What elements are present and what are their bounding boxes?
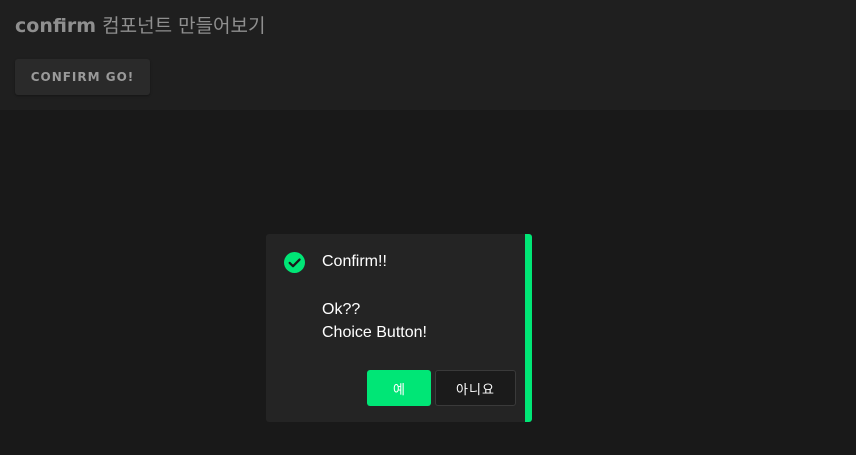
confirm-go-button[interactable]: CONFIRM GO! bbox=[15, 59, 150, 95]
dialog-title: Confirm!! bbox=[322, 253, 387, 270]
dialog-message-line: Ok?? bbox=[322, 301, 361, 318]
page: confirm 컴포넌트 만들어보기 CONFIRM GO! Confirm!!… bbox=[0, 0, 856, 455]
dialog-message-line: Choice Button! bbox=[322, 324, 427, 341]
page-title-rest: 컴포넌트 만들어보기 bbox=[96, 15, 266, 37]
header-panel: confirm 컴포넌트 만들어보기 CONFIRM GO! bbox=[0, 0, 856, 110]
page-title-bold: confirm bbox=[15, 15, 97, 37]
check-circle-icon bbox=[284, 252, 305, 273]
confirm-dialog: Confirm!! Ok?? Choice Button! 예 아니요 bbox=[266, 234, 532, 422]
yes-button[interactable]: 예 bbox=[367, 370, 431, 406]
no-button[interactable]: 아니요 bbox=[435, 370, 516, 406]
page-title: confirm 컴포넌트 만들어보기 bbox=[15, 12, 266, 40]
